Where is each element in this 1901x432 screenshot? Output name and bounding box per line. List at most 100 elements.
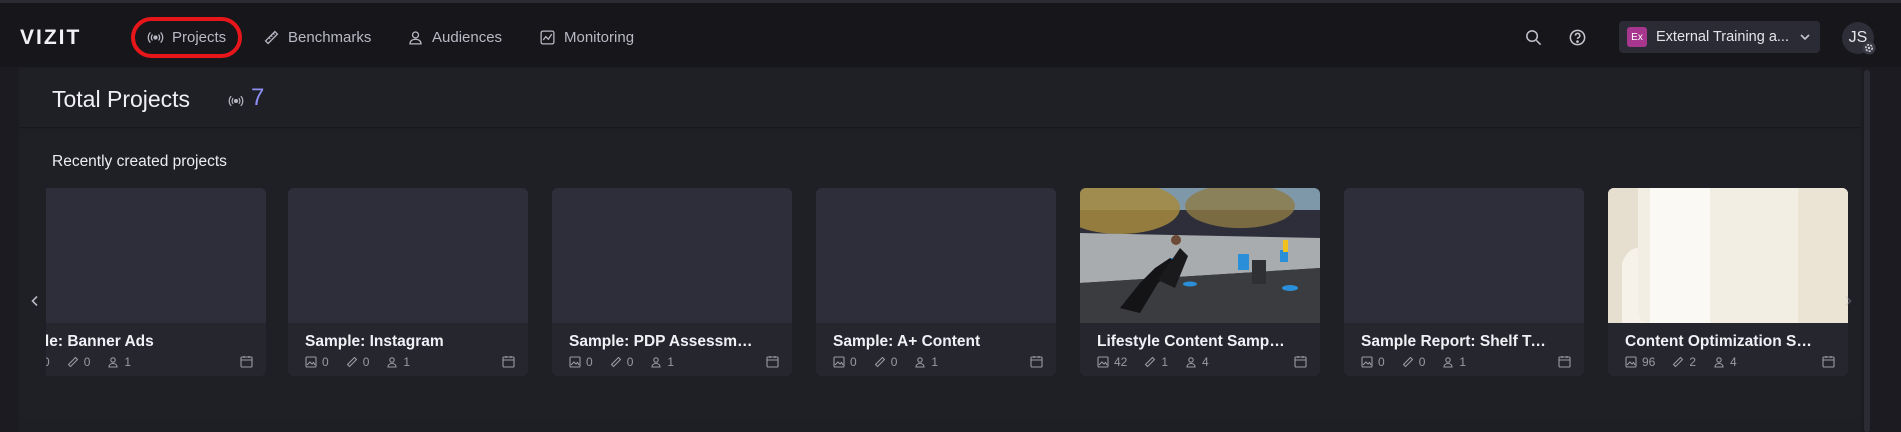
benchmark-count: 2 <box>1689 355 1697 369</box>
project-card-footer: Sample Report: Shelf Tests 0 0 1 <box>1344 323 1584 376</box>
project-card[interactable]: Sample: PDP Assessment 0 0 1 <box>552 188 792 376</box>
image-icon <box>1625 356 1637 368</box>
project-card[interactable]: Lifestyle Content Sample ... 42 1 4 <box>1080 188 1320 376</box>
calendar-icon[interactable] <box>1558 355 1571 368</box>
bottle-photo <box>1608 188 1848 323</box>
image-icon <box>569 356 581 368</box>
chevron-right-icon[interactable] <box>1841 294 1855 308</box>
user-icon <box>409 30 422 45</box>
ruler-icon <box>67 356 78 368</box>
nav-monitoring[interactable]: Monitoring <box>539 23 634 51</box>
main-content: Total Projects 7 Recently created projec… <box>19 67 1861 432</box>
project-stats: 42 1 4 <box>1097 355 1209 369</box>
audience-count: 1 <box>931 355 939 369</box>
project-card-footer: Content Optimization Sam... 96 2 4 <box>1608 323 1848 376</box>
audience-count: 4 <box>1730 355 1737 369</box>
project-thumbnail-athlete-photo <box>1080 188 1320 323</box>
project-card[interactable]: Content Optimization Sam... 96 2 4 <box>1608 188 1848 376</box>
chevron-down-icon <box>1800 34 1810 41</box>
vertical-scrollbar[interactable] <box>1864 70 1870 432</box>
projects-carousel: nple: Banner Ads 0 0 1 Sample: Instagram <box>46 188 1861 398</box>
gear-icon[interactable] <box>1862 41 1876 55</box>
image-icon <box>1097 356 1109 368</box>
calendar-icon[interactable] <box>1030 355 1043 368</box>
vizit-logo[interactable]: VIZIT <box>20 26 81 50</box>
project-card[interactable]: Sample: Instagram 0 0 1 <box>288 188 528 376</box>
projects-highlight-annotation <box>131 17 242 58</box>
nav-benchmarks-label: Benchmarks <box>288 28 372 46</box>
audience-count: 1 <box>667 355 675 369</box>
project-stats: 96 2 4 <box>1625 355 1737 369</box>
benchmark-count: 0 <box>83 355 91 369</box>
recent-projects-panel: Recently created projects nple: Banner A… <box>19 133 1861 418</box>
calendar-icon[interactable] <box>766 355 779 368</box>
project-thumbnail <box>46 188 266 323</box>
ruler-icon <box>874 356 885 368</box>
project-title: nple: Banner Ads <box>46 333 154 350</box>
project-stats: 0 0 1 <box>833 355 938 369</box>
nav-audiences[interactable]: Audiences <box>407 23 502 51</box>
calendar-icon[interactable] <box>1294 355 1307 368</box>
user-icon <box>108 357 118 368</box>
user-icon <box>1443 357 1453 368</box>
project-thumbnail <box>552 188 792 323</box>
project-card-footer: Sample: Instagram 0 0 1 <box>288 323 528 376</box>
ruler-icon <box>1145 356 1156 368</box>
project-thumbnail <box>816 188 1056 323</box>
image-count: 0 <box>850 355 857 369</box>
calendar-icon[interactable] <box>240 355 253 368</box>
project-stats: 0 0 1 <box>46 355 131 369</box>
organization-selector[interactable]: Ex External Training a... <box>1619 21 1820 53</box>
project-title: Lifestyle Content Sample ... <box>1097 333 1287 350</box>
search-icon <box>1525 29 1541 45</box>
project-card-footer: Sample: PDP Assessment 0 0 1 <box>552 323 792 376</box>
project-stats: 0 0 1 <box>569 355 674 369</box>
benchmark-count: 0 <box>890 355 898 369</box>
project-stats: 0 0 1 <box>1361 355 1466 369</box>
athlete-photo <box>1080 188 1320 323</box>
project-thumbnail <box>1344 188 1584 323</box>
chart-line-icon <box>540 29 555 45</box>
top-navigation-bar: VIZIT Projects Benchmarks Audiences Moni… <box>0 0 1901 67</box>
image-icon <box>1361 356 1373 368</box>
audience-count: 4 <box>1202 355 1209 369</box>
benchmark-count: 1 <box>1161 355 1169 369</box>
audience-count: 1 <box>403 355 411 369</box>
image-count: 0 <box>1378 355 1385 369</box>
image-count: 0 <box>586 355 593 369</box>
image-icon <box>833 356 845 368</box>
project-stats: 0 0 1 <box>305 355 410 369</box>
ruler-icon <box>610 356 621 368</box>
project-thumbnail-bottle-photo <box>1608 188 1848 323</box>
nav-monitoring-label: Monitoring <box>564 28 635 46</box>
project-card[interactable]: Sample Report: Shelf Tests 0 0 1 <box>1344 188 1584 376</box>
project-card[interactable]: nple: Banner Ads 0 0 1 <box>46 188 266 376</box>
ruler-icon <box>1402 356 1413 368</box>
calendar-icon[interactable] <box>502 355 515 368</box>
help-icon <box>1569 29 1585 45</box>
project-title: Sample Report: Shelf Tests <box>1361 333 1551 350</box>
nav-audiences-label: Audiences <box>432 28 503 46</box>
calendar-icon[interactable] <box>1822 355 1835 368</box>
image-count: 96 <box>1642 355 1656 369</box>
user-icon <box>1714 357 1724 368</box>
image-count: 42 <box>1114 355 1128 369</box>
chevron-left-icon[interactable] <box>28 294 42 308</box>
benchmark-count: 0 <box>362 355 370 369</box>
total-projects-panel: Total Projects 7 <box>19 70 1861 128</box>
project-title: Content Optimization Sam... <box>1625 333 1815 350</box>
project-thumbnail <box>288 188 528 323</box>
project-card[interactable]: Sample: A+ Content 0 0 1 <box>816 188 1056 376</box>
search-button[interactable] <box>1522 26 1544 48</box>
ruler-icon <box>1673 356 1684 368</box>
help-button[interactable] <box>1566 26 1588 48</box>
image-count: 0 <box>322 355 329 369</box>
project-title: Sample: Instagram <box>305 333 444 350</box>
user-icon <box>651 357 661 368</box>
user-icon <box>387 357 397 368</box>
page-title: Total Projects <box>52 86 191 112</box>
user-icon <box>915 357 925 368</box>
nav-benchmarks[interactable]: Benchmarks <box>263 23 371 51</box>
project-title: Sample: PDP Assessment <box>569 333 759 350</box>
broadcast-icon <box>228 95 244 107</box>
